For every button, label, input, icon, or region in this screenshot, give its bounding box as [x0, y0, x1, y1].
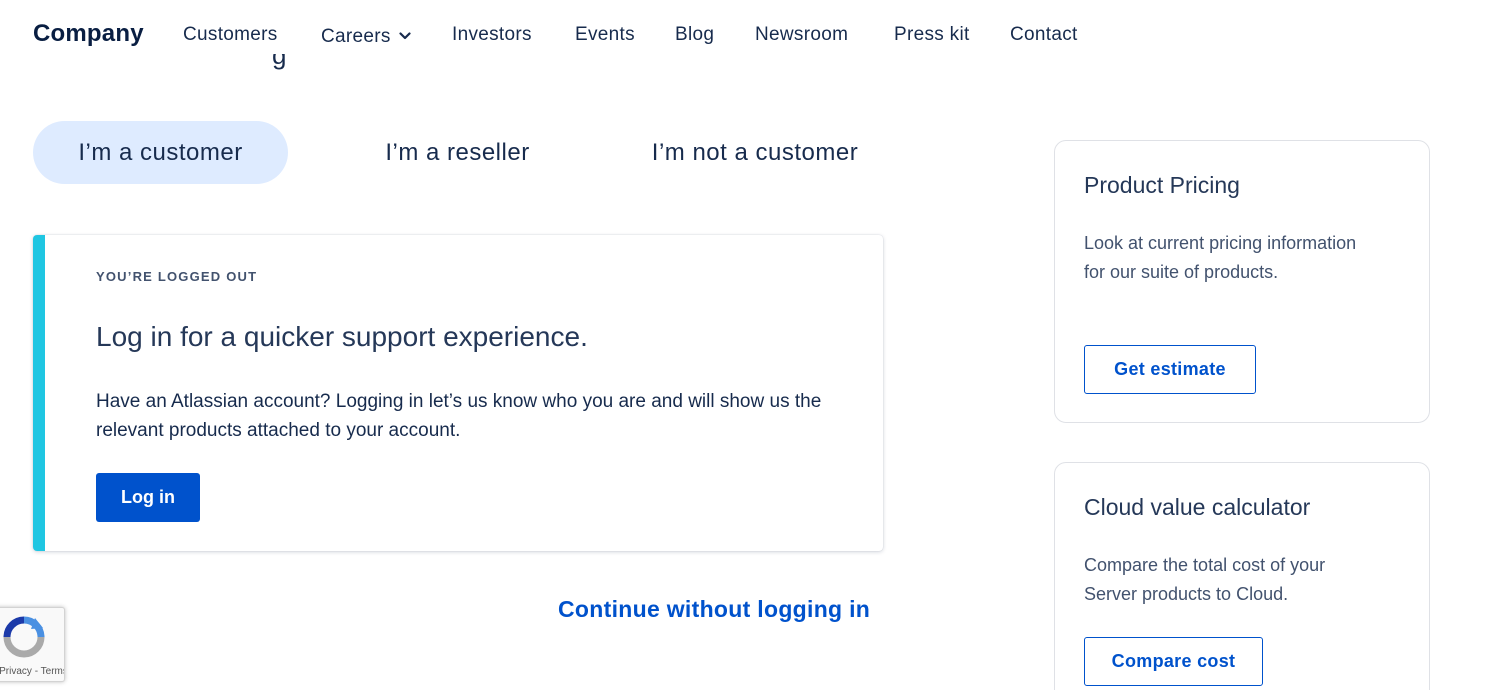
compare-cost-button[interactable]: Compare cost: [1084, 637, 1263, 686]
calculator-title: Cloud value calculator: [1084, 494, 1311, 520]
login-description: Have an Atlassian account? Logging in le…: [96, 391, 822, 441]
brand-logo[interactable]: Company: [33, 20, 144, 48]
nav-link-contact[interactable]: Contact: [1010, 24, 1078, 46]
nav-link-press-kit[interactable]: Press kit: [894, 24, 970, 46]
continue-without-login-link[interactable]: Continue without logging in: [558, 596, 870, 623]
nav-link-newsroom[interactable]: Newsroom: [755, 24, 848, 46]
logged-out-label: YOU’RE LOGGED OUT: [96, 269, 258, 284]
nav-link-careers[interactable]: Careers: [321, 24, 411, 48]
get-estimate-button[interactable]: Get estimate: [1084, 345, 1256, 394]
product-pricing-card: Product Pricing Look at current pricing …: [1054, 140, 1430, 423]
cloud-calculator-card: Cloud value calculator Compare the total…: [1054, 462, 1430, 690]
recaptcha-icon: [3, 616, 45, 658]
chevron-down-icon: [399, 24, 411, 46]
pricing-title: Product Pricing: [1084, 172, 1240, 198]
recaptcha-badge[interactable]: Privacy - Terms: [0, 607, 65, 682]
top-navigation: Company Customers Careers Investors Even…: [0, 0, 1500, 70]
login-title: Log in for a quicker support experience.: [96, 321, 588, 352]
pricing-description: Look at current pricing information for …: [1084, 233, 1357, 282]
card-accent-bar: [33, 235, 45, 551]
nav-link-events[interactable]: Events: [575, 24, 635, 46]
calculator-description: Compare the total cost of your Server pr…: [1084, 555, 1326, 604]
recaptcha-links[interactable]: Privacy - Terms: [0, 666, 64, 677]
tab-not-customer[interactable]: I’m not a customer: [620, 121, 890, 184]
login-button[interactable]: Log in: [96, 473, 200, 522]
nav-link-investors[interactable]: Investors: [452, 24, 532, 46]
clipped-heading-fragment: g: [272, 54, 287, 70]
login-card: YOU’RE LOGGED OUT Log in for a quicker s…: [33, 235, 883, 551]
nav-link-blog[interactable]: Blog: [675, 24, 714, 46]
tab-reseller[interactable]: I’m a reseller: [350, 121, 565, 184]
tab-customer[interactable]: I’m a customer: [33, 121, 288, 184]
nav-link-customers[interactable]: Customers: [183, 24, 278, 46]
nav-link-careers-label: Careers: [321, 26, 391, 47]
